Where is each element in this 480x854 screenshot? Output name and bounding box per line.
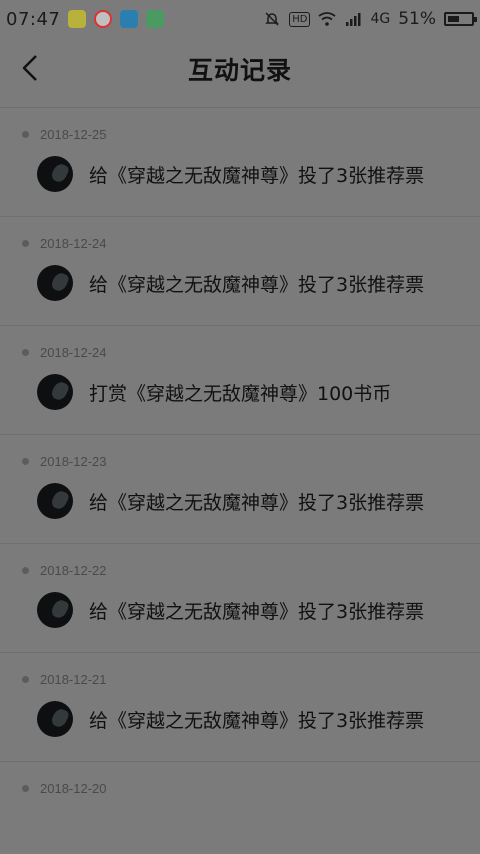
- timeline-dot-icon: [22, 458, 29, 465]
- avatar[interactable]: [37, 701, 73, 737]
- record-activity: 打赏《穿越之无敌魔神尊》100书币: [37, 374, 391, 410]
- avatar[interactable]: [37, 483, 73, 519]
- app-icon-3: [120, 10, 139, 28]
- list-item[interactable]: 2018-12-24 给《穿越之无敌魔神尊》投了3张推荐票: [0, 217, 480, 326]
- record-date: 2018-12-25: [40, 127, 107, 142]
- record-text: 给《穿越之无敌魔神尊》投了3张推荐票: [89, 709, 425, 732]
- timeline-dot-icon: [22, 131, 29, 138]
- record-date: 2018-12-20: [40, 781, 107, 796]
- avatar[interactable]: [37, 374, 73, 410]
- avatar[interactable]: [37, 265, 73, 301]
- back-button[interactable]: [14, 50, 46, 86]
- wifi-icon: [318, 11, 336, 27]
- record-date-row: 2018-12-23: [22, 454, 107, 469]
- record-date-row: 2018-12-20: [22, 781, 107, 796]
- record-text: 给《穿越之无敌魔神尊》投了3张推荐票: [89, 164, 425, 187]
- list-item[interactable]: 2018-12-24 打赏《穿越之无敌魔神尊》100书币: [0, 326, 480, 435]
- record-activity: 给《穿越之无敌魔神尊》投了3张推荐票: [37, 156, 424, 192]
- record-date-row: 2018-12-25: [22, 127, 107, 142]
- record-activity: 给《穿越之无敌魔神尊》投了3张推荐票: [37, 592, 424, 628]
- timeline-dot-icon: [22, 785, 29, 792]
- page-title: 互动记录: [187, 56, 292, 85]
- avatar[interactable]: [37, 156, 73, 192]
- record-date: 2018-12-22: [40, 563, 107, 578]
- record-date: 2018-12-21: [40, 672, 107, 687]
- record-date: 2018-12-24: [40, 345, 107, 360]
- interaction-record-list[interactable]: 给《穿越之无敌魔神尊》投了3张推荐票 2018-12-25 给《穿越之无敌魔神尊》投…: [0, 100, 480, 854]
- record-date-row: 2018-12-24: [22, 236, 107, 251]
- signal-icon: [344, 11, 362, 27]
- record-text: 给《穿越之无敌魔神尊》投了3张推荐票: [89, 273, 425, 296]
- list-item[interactable]: 2018-12-25 给《穿越之无敌魔神尊》投了3张推荐票: [0, 108, 480, 217]
- record-activity: 给《穿越之无敌魔神尊》投了3张推荐票: [37, 701, 424, 737]
- app-icon-4: [146, 10, 165, 28]
- timeline-dot-icon: [22, 240, 29, 247]
- list-item[interactable]: 2018-12-23 给《穿越之无敌魔神尊》投了3张推荐票: [0, 435, 480, 544]
- battery-icon: [444, 12, 477, 26]
- list-item[interactable]: 2018-12-20: [0, 762, 480, 854]
- record-date-row: 2018-12-24: [22, 345, 107, 360]
- app-icon-2: [94, 10, 113, 28]
- record-date: 2018-12-23: [40, 454, 107, 469]
- chevron-left-icon: [22, 55, 37, 81]
- header: 互动记录: [0, 38, 480, 100]
- list-item[interactable]: 2018-12-21 给《穿越之无敌魔神尊》投了3张推荐票: [0, 653, 480, 762]
- list-item[interactable]: 2018-12-22 给《穿越之无敌魔神尊》投了3张推荐票: [0, 544, 480, 653]
- record-date-row: 2018-12-22: [22, 563, 107, 578]
- battery-percent: 51%: [398, 9, 436, 29]
- list-item[interactable]: 给《穿越之无敌魔神尊》投了3张推荐票: [0, 100, 480, 108]
- record-text: 给《穿越之无敌魔神尊》投了3张推荐票: [89, 491, 425, 514]
- record-date: 2018-12-24: [40, 236, 107, 251]
- timeline-dot-icon: [22, 349, 29, 356]
- status-time: 07:47: [6, 8, 61, 30]
- hd-badge: HD: [289, 11, 311, 27]
- avatar[interactable]: [37, 592, 73, 628]
- status-bar: 07:47 HD 4G 51%: [0, 0, 480, 38]
- network-type: 4G: [370, 11, 391, 27]
- record-activity: 给《穿越之无敌魔神尊》投了3张推荐票: [37, 483, 424, 519]
- timeline-dot-icon: [22, 676, 29, 683]
- record-text: 打赏《穿越之无敌魔神尊》100书币: [89, 382, 392, 405]
- record-text: 给《穿越之无敌魔神尊》投了3张推荐票: [89, 600, 425, 623]
- timeline-dot-icon: [22, 567, 29, 574]
- bell-off-icon: [263, 11, 281, 27]
- record-activity: 给《穿越之无敌魔神尊》投了3张推荐票: [37, 265, 424, 301]
- record-date-row: 2018-12-21: [22, 672, 107, 687]
- app-icon-1: [68, 10, 87, 28]
